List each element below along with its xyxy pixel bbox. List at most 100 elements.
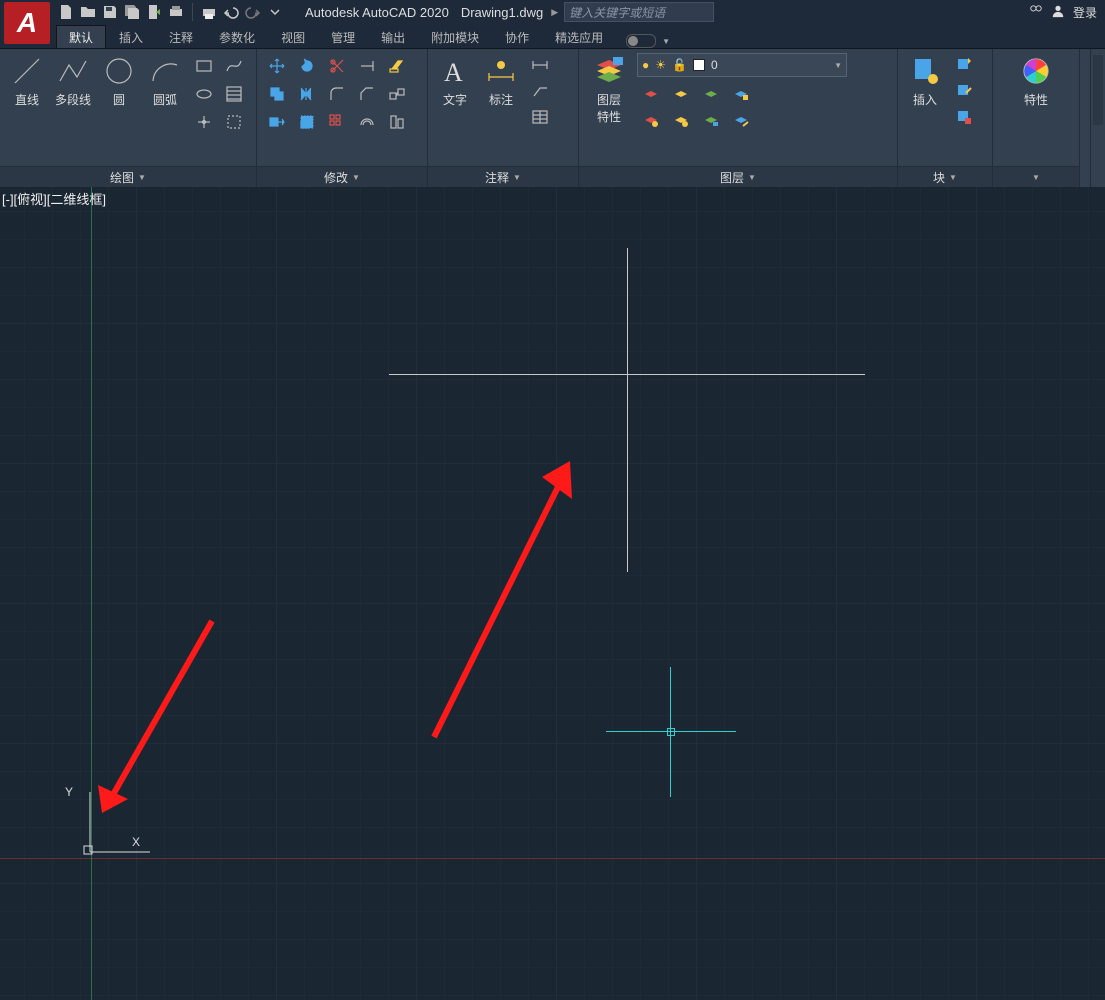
panel-modify: 修改▼ — [257, 49, 428, 187]
save-icon[interactable] — [100, 2, 120, 22]
scale-icon[interactable] — [293, 109, 321, 135]
open-icon[interactable] — [78, 2, 98, 22]
export-icon[interactable] — [144, 2, 164, 22]
tab-extra: ▼ — [626, 34, 670, 48]
drawing-canvas[interactable]: [-][俯视][二维线框] Y X — [0, 187, 1105, 1000]
chevron-down-icon: ▼ — [138, 173, 146, 182]
tab-annotate[interactable]: 注释 — [156, 25, 206, 48]
move-icon[interactable] — [263, 53, 291, 79]
panel-title-modify[interactable]: 修改▼ — [257, 166, 427, 187]
layer-unlock-icon[interactable] — [727, 107, 755, 133]
offset-icon[interactable] — [353, 109, 381, 135]
layer-properties-icon — [591, 53, 627, 89]
layer-off-icon[interactable] — [637, 81, 665, 107]
tab-parametric[interactable]: 参数化 — [206, 25, 268, 48]
axis-y-line — [91, 187, 92, 1000]
attrib-icon[interactable] — [950, 105, 978, 129]
layer-freeze-icon[interactable] — [697, 81, 725, 107]
array-icon[interactable] — [323, 109, 351, 135]
hatch-icon[interactable] — [220, 81, 248, 107]
doc-dropdown-icon[interactable]: ▶ — [551, 7, 558, 18]
insert-block-button[interactable]: 插入 — [904, 53, 946, 108]
rectangle-icon[interactable] — [190, 53, 218, 79]
tab-featured[interactable]: 精选应用 — [542, 25, 616, 48]
edit-block-icon[interactable] — [950, 79, 978, 103]
panel-title-annotate[interactable]: 注释▼ — [428, 166, 578, 187]
login-label[interactable]: 登录 — [1073, 4, 1097, 21]
spline-icon[interactable] — [220, 53, 248, 79]
qat-dropdown-icon[interactable] — [265, 2, 285, 22]
layer-uniso-icon[interactable] — [697, 107, 725, 133]
circle-button[interactable]: 圆 — [98, 53, 140, 108]
tab-manage[interactable]: 管理 — [318, 25, 368, 48]
chamfer-icon[interactable] — [353, 81, 381, 107]
undo-icon[interactable] — [221, 2, 241, 22]
properties-button[interactable]: 特性 — [1015, 53, 1057, 108]
trim-icon[interactable] — [323, 53, 351, 79]
polyline-button[interactable]: 多段线 — [52, 53, 94, 108]
point-icon[interactable] — [190, 109, 218, 135]
dimension-button[interactable]: 标注 — [480, 53, 522, 108]
table-icon[interactable] — [526, 105, 554, 129]
plot-icon[interactable] — [166, 2, 186, 22]
ucs-y-label: Y — [65, 785, 73, 799]
tab-collaborate[interactable]: 协作 — [492, 25, 542, 48]
erase-icon[interactable] — [383, 53, 411, 79]
color-wheel-icon — [1018, 53, 1054, 89]
rotate-icon[interactable] — [293, 53, 321, 79]
search-input[interactable]: 键入关键字或短语 — [564, 2, 714, 22]
infocenter-icon[interactable] — [1029, 4, 1043, 21]
document-title: Drawing1.dwg — [461, 5, 543, 20]
tab-insert[interactable]: 插入 — [106, 25, 156, 48]
ellipse-icon[interactable] — [190, 81, 218, 107]
insert-block-icon — [907, 53, 943, 89]
region-icon[interactable] — [220, 109, 248, 135]
stretch-icon[interactable] — [263, 109, 291, 135]
ribbon-expand-icon[interactable]: ▼ — [662, 37, 670, 46]
layer-current-name: 0 — [711, 58, 718, 72]
panel-title-layers[interactable]: 图层▼ — [579, 166, 897, 187]
saveall-icon[interactable] — [122, 2, 142, 22]
align-icon[interactable] — [383, 109, 411, 135]
layer-prev-icon[interactable] — [667, 107, 695, 133]
ribbon-overflow[interactable] — [1090, 49, 1105, 187]
copy-icon[interactable] — [263, 81, 291, 107]
create-block-icon[interactable] — [950, 53, 978, 77]
leader-icon[interactable] — [526, 79, 554, 103]
title-right: 登录 — [1029, 0, 1097, 24]
chevron-down-icon: ▼ — [949, 173, 957, 182]
layer-match-icon[interactable] — [637, 107, 665, 133]
panel-title-block[interactable]: 块▼ — [898, 166, 992, 187]
app-logo-icon[interactable]: A — [4, 2, 50, 44]
extend-icon[interactable] — [353, 53, 381, 79]
arc-icon — [147, 53, 183, 89]
tab-output[interactable]: 输出 — [368, 25, 418, 48]
explode-icon[interactable] — [383, 81, 411, 107]
polyline-icon — [55, 53, 91, 89]
print-icon[interactable] — [199, 2, 219, 22]
tab-addins[interactable]: 附加模块 — [418, 25, 492, 48]
fillet-icon[interactable] — [323, 81, 351, 107]
layer-combo[interactable]: ● ☀ 🔓 0 ▼ — [637, 53, 847, 77]
ribbon: 直线 多段线 圆 圆弧 绘图▼ — [0, 49, 1105, 188]
title-bar: Autodesk AutoCAD 2020 Drawing1.dwg ▶ 键入关… — [0, 0, 1105, 24]
text-button[interactable]: A 文字 — [434, 53, 476, 108]
ribbon-toggle[interactable] — [626, 34, 656, 48]
arc-button[interactable]: 圆弧 — [144, 53, 186, 108]
annotation-arrow-2 — [420, 455, 590, 748]
layer-color-swatch — [693, 59, 705, 71]
app-title: Autodesk AutoCAD 2020 — [305, 5, 449, 20]
tab-default[interactable]: 默认 — [56, 25, 106, 48]
layer-properties-button[interactable]: 图层 特性 — [585, 53, 633, 125]
user-icon[interactable] — [1051, 4, 1065, 21]
layer-lock-icon[interactable] — [727, 81, 755, 107]
panel-title-draw[interactable]: 绘图▼ — [0, 166, 256, 187]
redo-icon[interactable] — [243, 2, 263, 22]
line-button[interactable]: 直线 — [6, 53, 48, 108]
panel-title-props[interactable]: ▼ — [993, 166, 1079, 187]
layer-iso-icon[interactable] — [667, 81, 695, 107]
linear-dim-icon[interactable] — [526, 53, 554, 77]
new-icon[interactable] — [56, 2, 76, 22]
tab-view[interactable]: 视图 — [268, 25, 318, 48]
mirror-icon[interactable] — [293, 81, 321, 107]
